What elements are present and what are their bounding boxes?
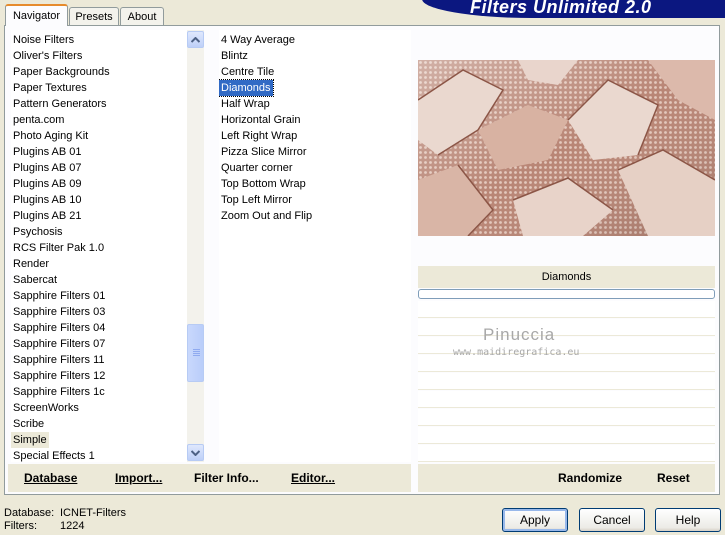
list-item[interactable]: Psychosis [11,224,65,240]
list-item[interactable]: Oliver's Filters [11,48,84,64]
list-item[interactable]: Paper Textures [11,80,89,96]
tab-about[interactable]: About [120,7,164,25]
filter-list[interactable]: 4 Way Average Blintz Centre Tile Diamonds Ha… [219,30,411,462]
watermark-site: www.maidiregrafica.eu [453,347,580,358]
list-item[interactable]: Noise Filters [11,32,76,48]
preview-artwork [418,60,715,236]
list-item[interactable]: Sapphire Filters 03 [11,304,107,320]
list-item[interactable]: Quarter corner [219,160,295,176]
list-item[interactable]: Sapphire Filters 07 [11,336,107,352]
list-item[interactable]: Centre Tile [219,64,276,80]
parameter-row [418,445,715,462]
list-item[interactable]: Special Effects 1 [11,448,97,462]
list-item[interactable]: 4 Way Average [219,32,297,48]
list-item[interactable]: ScreenWorks [11,400,81,416]
apply-button[interactable]: Apply [502,508,568,532]
list-item[interactable]: Render [11,256,51,272]
selected-filter-name: Diamonds [418,266,715,288]
list-item[interactable]: Pizza Slice Mirror [219,144,309,160]
category-list[interactable]: Noise Filters Oliver's Filters Paper Backg… [11,30,187,462]
help-button[interactable]: Help [655,508,721,532]
parameter-row [418,391,715,408]
scroll-down-button[interactable] [187,444,204,461]
watermark-name: Pinuccia [483,325,556,344]
database-label: Database: [4,507,55,519]
list-item[interactable]: Plugins AB 21 [11,208,84,224]
list-item[interactable]: RCS Filter Pak 1.0 [11,240,106,256]
category-scrollbar[interactable] [187,30,204,462]
list-item[interactable]: Sapphire Filters 1c [11,384,107,400]
list-item[interactable]: Sapphire Filters 12 [11,368,107,384]
database-button[interactable]: Database [24,464,77,492]
list-item[interactable]: Plugins AB 07 [11,160,84,176]
app-title: Filters Unlimited 2.0 [470,0,652,17]
randomize-button[interactable]: Randomize [558,464,622,492]
tab-presets[interactable]: Presets [69,7,119,25]
list-item[interactable]: Half Wrap [219,96,272,112]
parameter-row [418,427,715,444]
filters-count-value: 1224 [60,520,85,532]
list-item[interactable]: Scribe [11,416,46,432]
list-item[interactable]: Sapphire Filters 04 [11,320,107,336]
list-item[interactable]: Plugins AB 09 [11,176,84,192]
list-item[interactable]: Horizontal Grain [219,112,302,128]
scroll-up-button[interactable] [187,31,204,48]
list-item[interactable]: Plugins AB 10 [11,192,84,208]
parameter-row [418,319,715,336]
left-button-bar: Database Import... Filter Info... Editor… [8,464,411,492]
database-value: ICNET-Filters [60,507,126,519]
list-item[interactable]: Photo Aging Kit [11,128,90,144]
progress-bar [418,289,715,299]
list-item[interactable]: Zoom Out and Flip [219,208,314,224]
list-item[interactable]: Top Left Mirror [219,192,294,208]
editor-button[interactable]: Editor... [291,464,335,492]
filter-preview-image [418,60,715,236]
list-item[interactable]: Plugins AB 01 [11,144,84,160]
parameter-slider-area [418,301,715,463]
filters-count-label: Filters: [4,520,37,532]
list-item[interactable]: Left Right Wrap [219,128,299,144]
list-item[interactable]: Sapphire Filters 11 [11,352,107,368]
parameter-row [418,409,715,426]
list-item[interactable]: Simple [11,432,49,448]
scroll-thumb[interactable] [187,324,204,382]
list-item[interactable]: Sabercat [11,272,59,288]
list-item[interactable]: Blintz [219,48,250,64]
chevron-up-icon [191,36,200,43]
import-button[interactable]: Import... [115,464,162,492]
list-item[interactable]: Top Bottom Wrap [219,176,308,192]
tab-navigator[interactable]: Navigator [5,4,68,26]
list-item[interactable]: Pattern Generators [11,96,109,112]
list-item[interactable]: penta.com [11,112,66,128]
list-item[interactable]: Sapphire Filters 01 [11,288,107,304]
parameter-row [418,373,715,390]
cancel-button[interactable]: Cancel [579,508,645,532]
list-item[interactable]: Diamonds [219,79,274,97]
reset-button[interactable]: Reset [657,464,690,492]
parameter-row [418,301,715,318]
chevron-down-icon [191,449,200,456]
right-button-bar: Randomize Reset [418,464,715,492]
list-item[interactable]: Paper Backgrounds [11,64,112,80]
filter-info-button[interactable]: Filter Info... [194,464,259,492]
